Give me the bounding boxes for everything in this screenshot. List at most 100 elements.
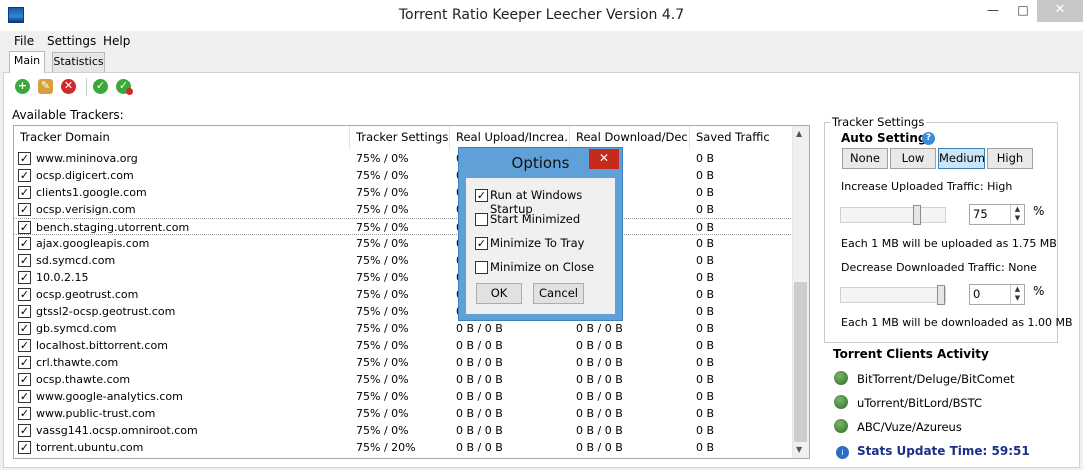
row-checkbox[interactable]: ✓	[18, 356, 31, 369]
column-header-settings[interactable]: Tracker Settings	[350, 126, 450, 149]
add-icon[interactable]: +	[15, 79, 30, 94]
decrease-download-slider[interactable]	[840, 285, 946, 305]
table-row[interactable]: ✓ localhost.bittorrent.com 75% / 0% 0 B / 0…	[14, 337, 793, 354]
tab-main[interactable]: Main	[9, 51, 45, 73]
preset-medium-button[interactable]: Medium	[938, 148, 985, 169]
cell-saved: 0 B	[696, 169, 715, 182]
option-checkbox[interactable]: ✓	[475, 237, 488, 250]
table-row[interactable]: ✓ ocsp.thawte.com 75% / 0% 0 B / 0 B 0 B / 0…	[14, 371, 793, 388]
table-row[interactable]: ✓clients1.google.com75% / 0%0 B / 0 B0 B…	[14, 184, 793, 201]
row-checkbox[interactable]: ✓	[18, 288, 31, 301]
column-header-saved[interactable]: Saved Traffic	[690, 126, 792, 149]
cell-saved: 0 B	[696, 441, 715, 454]
table-row[interactable]: ✓www.mininova.org75% / 0%0 B / 0 B0 B / …	[14, 150, 793, 167]
table-row[interactable]: ✓ocsp.verisign.com75% / 0%0 B / 0 B0 B /…	[14, 201, 793, 218]
scroll-up-icon[interactable]: ▲	[796, 129, 802, 138]
row-checkbox[interactable]: ✓	[18, 221, 31, 234]
cell-domain: torrent.ubuntu.com	[36, 441, 144, 454]
options-dialog: Options ✕ ✓ Run at Windows Startup Start M…	[458, 147, 623, 321]
scroll-down-icon[interactable]: ▼	[796, 445, 802, 454]
table-row[interactable]: ✓ www.public-trust.com 75% / 0% 0 B / 0 B 0 …	[14, 405, 793, 422]
close-button[interactable]: ✕	[1037, 0, 1083, 22]
table-row[interactable]: ✓ www.google-analytics.com 75% / 0% 0 B / 0…	[14, 388, 793, 405]
table-row[interactable]: ✓ajax.googleapis.com75% / 0%0 B / 0 B0 B…	[14, 235, 793, 252]
row-checkbox[interactable]: ✓	[18, 254, 31, 267]
cancel-button[interactable]: Cancel	[533, 283, 584, 304]
increase-upload-spinner[interactable]: 75 ▲ ▼	[969, 204, 1025, 225]
column-header-download[interactable]: Real Download/Dec...	[570, 126, 690, 149]
toolbar-separator	[86, 78, 87, 96]
row-checkbox[interactable]: ✓	[18, 271, 31, 284]
row-checkbox[interactable]: ✓	[18, 441, 31, 454]
table-row[interactable]: ✓ocsp.digicert.com75% / 0%0 B / 0 B0 B /…	[14, 167, 793, 184]
decrease-download-slider-thumb[interactable]	[937, 285, 945, 305]
spinner-arrows-icon[interactable]: ▲ ▼	[1010, 285, 1024, 304]
table-row[interactable]: ✓ gb.symcd.com 75% / 0% 0 B / 0 B 0 B / 0 B 0…	[14, 320, 793, 337]
auto-settings-label: Auto Settings	[841, 131, 934, 145]
client-bittorrent-label: BitTorrent/Deluge/BitComet	[857, 372, 1015, 386]
available-trackers-label: Available Trackers:	[12, 108, 124, 122]
cell-saved: 0 B	[696, 152, 715, 165]
cell-saved: 0 B	[696, 237, 715, 250]
row-checkbox[interactable]: ✓	[18, 305, 31, 318]
spinner-arrows-icon[interactable]: ▲ ▼	[1010, 205, 1024, 224]
row-checkbox[interactable]: ✓	[18, 237, 31, 250]
table-row[interactable]: ✓ocsp.geotrust.com75% / 0%0 B / 0 B0 B /…	[14, 286, 793, 303]
cell-domain: ocsp.geotrust.com	[36, 288, 139, 301]
cell-download: 0 B / 0 B	[576, 322, 623, 335]
cell-upload: 0 B / 0 B	[456, 407, 503, 420]
decrease-download-spinner[interactable]: 0 ▲ ▼	[969, 284, 1025, 305]
option-label[interactable]: Minimize on Close	[490, 260, 594, 274]
column-header-upload[interactable]: Real Upload/Increa...	[450, 126, 570, 149]
maximize-button[interactable]: □	[1008, 0, 1038, 22]
scrollbar-thumb[interactable]	[794, 282, 807, 442]
option-checkbox[interactable]	[475, 261, 488, 274]
option-checkbox[interactable]: ✓	[475, 189, 488, 202]
remove-icon[interactable]: ✕	[61, 79, 76, 94]
options-dialog-body: ✓ Run at Windows Startup Start Minimized ✓ M…	[466, 178, 615, 314]
client-utorrent-label: uTorrent/BitLord/BSTC	[857, 396, 983, 410]
row-checkbox[interactable]: ✓	[18, 152, 31, 165]
tab-statistics[interactable]: Statistics	[52, 52, 105, 72]
table-row[interactable]: ✓ vassg141.ocsp.omniroot.com 75% / 0% 0 B /…	[14, 422, 793, 439]
cell-settings: 75% / 0%	[356, 203, 409, 216]
menu-help[interactable]: Help	[103, 34, 130, 48]
option-label[interactable]: Minimize To Tray	[490, 236, 584, 250]
menu-file[interactable]: File	[14, 34, 34, 48]
preset-high-button[interactable]: High	[987, 148, 1033, 169]
row-checkbox[interactable]: ✓	[18, 203, 31, 216]
preset-none-button[interactable]: None	[842, 148, 888, 169]
check-icon[interactable]: ✓	[93, 79, 108, 94]
table-row[interactable]: ✓bench.staging.utorrent.com75% / 0%0 B /…	[14, 218, 793, 235]
row-checkbox[interactable]: ✓	[18, 169, 31, 182]
cell-settings: 75% / 0%	[356, 169, 409, 182]
table-row[interactable]: ✓ torrent.ubuntu.com 75% / 20% 0 B / 0 B 0 B…	[14, 439, 793, 456]
option-label[interactable]: Start Minimized	[490, 212, 580, 226]
row-checkbox[interactable]: ✓	[18, 373, 31, 386]
cell-saved: 0 B	[696, 271, 715, 284]
cell-settings: 75% / 20%	[356, 441, 416, 454]
row-checkbox[interactable]: ✓	[18, 390, 31, 403]
minimize-button[interactable]: —	[978, 0, 1008, 22]
column-header-domain[interactable]: Tracker Domain	[14, 126, 350, 149]
option-checkbox[interactable]	[475, 213, 488, 226]
increase-upload-slider-thumb[interactable]	[913, 205, 921, 225]
table-row[interactable]: ✓gtssl2-ocsp.geotrust.com75% / 0%0 B / 0…	[14, 303, 793, 320]
cell-saved: 0 B	[696, 322, 715, 335]
row-checkbox[interactable]: ✓	[18, 424, 31, 437]
menu-settings[interactable]: Settings	[47, 34, 96, 48]
row-checkbox[interactable]: ✓	[18, 322, 31, 335]
row-checkbox[interactable]: ✓	[18, 186, 31, 199]
table-row[interactable]: ✓ crl.thawte.com 75% / 0% 0 B / 0 B 0 B / 0 …	[14, 354, 793, 371]
ok-button[interactable]: OK	[476, 283, 522, 304]
row-checkbox[interactable]: ✓	[18, 339, 31, 352]
increase-upload-slider[interactable]	[840, 205, 946, 225]
settings-icon[interactable]: ✎	[38, 79, 53, 94]
help-icon[interactable]: ?	[922, 132, 935, 145]
table-row[interactable]: ✓sd.symcd.com75% / 0%0 B / 0 B0 B / 0 B0…	[14, 252, 793, 269]
trackers-table[interactable]: Tracker Domain Tracker Settings Real Upl…	[13, 125, 810, 459]
row-checkbox[interactable]: ✓	[18, 407, 31, 420]
options-dialog-close-button[interactable]: ✕	[589, 149, 619, 169]
preset-low-button[interactable]: Low	[890, 148, 936, 169]
table-row[interactable]: ✓10.0.2.1575% / 0%0 B / 0 B0 B / 0 B0 B	[14, 269, 793, 286]
